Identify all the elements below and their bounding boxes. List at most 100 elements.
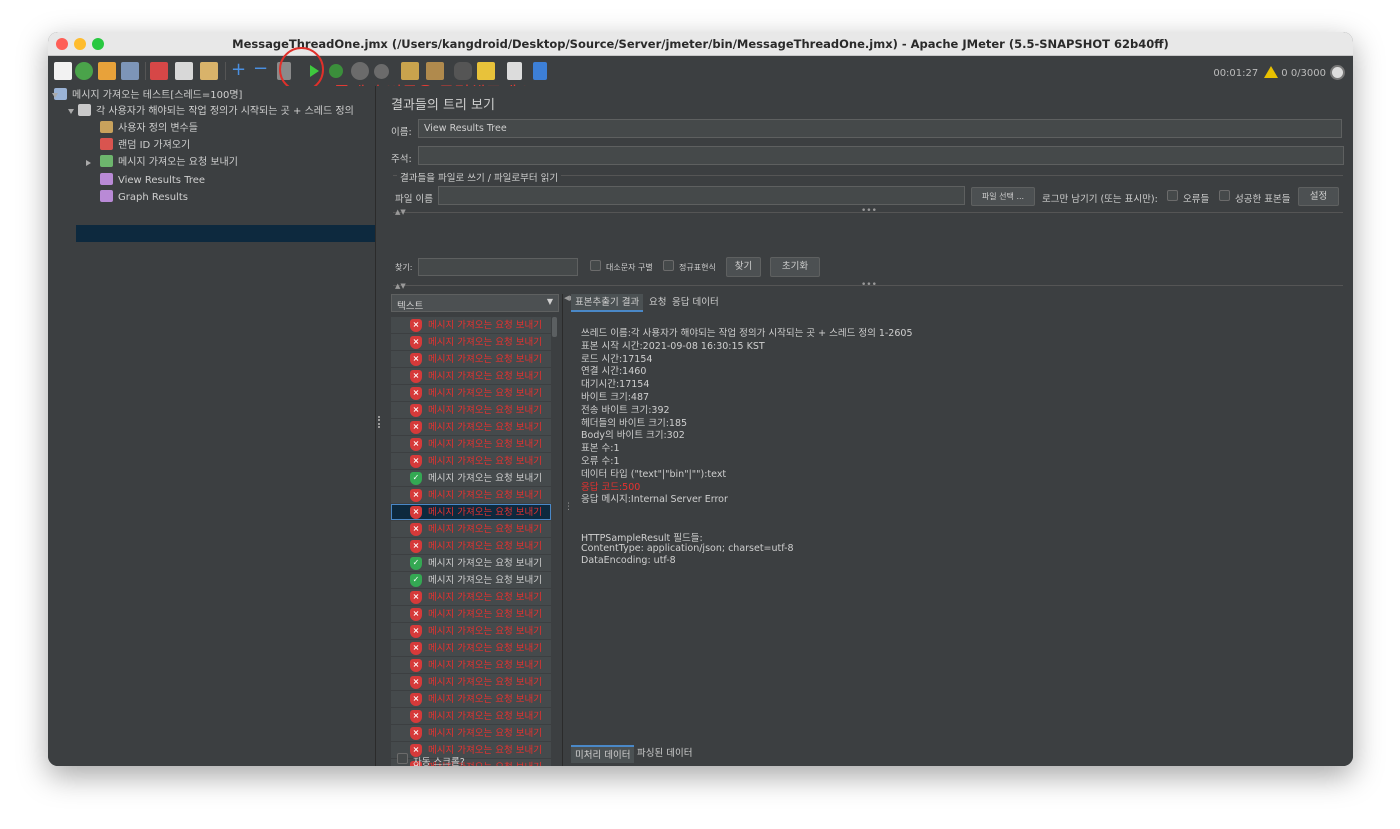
templates-icon[interactable] xyxy=(75,62,93,80)
paste-icon[interactable] xyxy=(200,62,218,80)
success-checkbox[interactable] xyxy=(1219,190,1230,201)
function-helper-icon[interactable] xyxy=(507,62,522,80)
result-item[interactable]: × 메시지 가져오는 요청 보내기 xyxy=(391,691,551,708)
result-item[interactable]: × 메시지 가져오는 요청 보내기 xyxy=(391,351,551,368)
results-list: × 메시지 가져오는 요청 보내기 × 메시지 가져오는 요청 보내기 × 메시지 가져오… xyxy=(391,317,557,766)
result-detail-line: DataEncoding: utf-8 xyxy=(581,555,676,567)
result-item[interactable]: × 메시지 가져오는 요청 보내기 xyxy=(391,487,551,504)
name-field[interactable]: View Results Tree xyxy=(418,119,1342,138)
result-item[interactable]: × 메시지 가져오는 요청 보내기 xyxy=(391,436,551,453)
regex-checkbox[interactable] xyxy=(663,260,674,271)
autoscroll-checkbox[interactable] xyxy=(397,753,408,764)
tab-raw-data[interactable]: 미처리 데이터 xyxy=(571,745,635,763)
regex-label: 정규표현식 xyxy=(679,263,716,272)
tree-item[interactable]: 각 사용자가 해야되는 작업 정의가 시작되는 곳 + 스레드 정의 xyxy=(68,104,354,120)
tab-sampler-result[interactable]: 표본추출기 결과 xyxy=(571,294,644,312)
tab-request[interactable]: 요청 xyxy=(649,294,666,312)
result-item[interactable]: × 메시지 가져오는 요청 보내기 xyxy=(391,419,551,436)
elapsed-timer: 00:01:27 xyxy=(1213,68,1259,79)
result-item[interactable]: × 메시지 가져오는 요청 보내기 xyxy=(391,334,551,351)
expand-icon[interactable]: + xyxy=(231,59,246,80)
window-title: MessageThreadOne.jmx (/Users/kangdroid/D… xyxy=(232,37,1169,51)
clear-all-icon[interactable] xyxy=(426,62,444,80)
shutdown-icon[interactable] xyxy=(374,64,389,79)
chevron-down-icon[interactable] xyxy=(68,109,74,114)
drag-handle-icon[interactable]: ••• xyxy=(861,206,877,216)
collapse-arrows-icon[interactable]: ▲▼ xyxy=(395,208,406,216)
splitter-grip xyxy=(378,416,380,428)
error-shield-icon: × xyxy=(410,455,422,468)
result-item[interactable]: × 메시지 가져오는 요청 보내기 xyxy=(391,538,551,555)
vertical-splitter[interactable] xyxy=(562,294,563,766)
result-item[interactable]: × 메시지 가져오는 요청 보내기 xyxy=(391,589,551,606)
tree-item[interactable]: 랜덤 ID 가져오기 xyxy=(100,138,190,154)
save-icon[interactable] xyxy=(121,62,139,80)
result-label: 메시지 가져오는 요청 보내기 xyxy=(428,422,542,433)
new-icon[interactable] xyxy=(54,62,72,80)
tree-item[interactable]: 메시지 가져오는 요청 보내기 xyxy=(86,155,238,171)
chevron-down-icon[interactable] xyxy=(52,93,58,98)
result-item[interactable]: × 메시지 가져오는 요청 보내기 xyxy=(391,453,551,470)
result-item[interactable]: × 메시지 가져오는 요청 보내기 xyxy=(391,623,551,640)
success-label: 성공한 표본들 xyxy=(1235,194,1291,205)
collapse-arrows-icon[interactable]: ▲▼ xyxy=(395,282,406,290)
search-icon[interactable] xyxy=(454,62,472,80)
result-label: 메시지 가져오는 요청 보내기 xyxy=(428,507,542,518)
cut-icon[interactable] xyxy=(150,62,168,80)
tab-parsed-data[interactable]: 파싱된 데이터 xyxy=(637,745,692,763)
warning-icon[interactable] xyxy=(1264,66,1279,78)
browse-button[interactable]: 파일 선택 ... xyxy=(971,187,1035,206)
title-bar: MessageThreadOne.jmx (/Users/kangdroid/D… xyxy=(48,32,1353,56)
status-area: 00:01:27 0 0/3000 xyxy=(1213,65,1345,80)
result-label: 메시지 가져오는 요청 보내기 xyxy=(428,439,542,450)
config-button[interactable]: 설정 xyxy=(1298,187,1339,206)
result-item[interactable]: × 메시지 가져오는 요청 보내기 xyxy=(391,402,551,419)
result-item[interactable]: × 메시지 가져오는 요청 보내기 xyxy=(391,674,551,691)
result-item[interactable]: × 메시지 가져오는 요청 보내기 xyxy=(391,521,551,538)
start-no-pause-icon[interactable] xyxy=(329,64,343,78)
result-item[interactable]: ✓ 메시지 가져오는 요청 보내기 xyxy=(391,572,551,589)
remote-engine-icon[interactable] xyxy=(1330,65,1345,80)
error-shield-icon: × xyxy=(410,727,422,740)
result-item[interactable]: × 메시지 가져오는 요청 보내기 xyxy=(391,725,551,742)
result-label: 메시지 가져오는 요청 보내기 xyxy=(428,575,542,586)
result-item[interactable]: × 메시지 가져오는 요청 보내기 xyxy=(391,504,551,521)
help-icon[interactable] xyxy=(533,62,547,80)
case-sensitive-checkbox[interactable] xyxy=(590,260,601,271)
file-name-field[interactable] xyxy=(438,186,965,205)
error-shield-icon: × xyxy=(410,676,422,689)
tree-item[interactable]: Graph Results xyxy=(100,190,188,206)
chevron-right-icon[interactable] xyxy=(86,160,91,166)
collapse-icon[interactable]: − xyxy=(253,58,268,79)
tree-item[interactable]: 사용자 정의 변수들 xyxy=(100,121,198,137)
tree-item[interactable]: 메시지 가져오는 테스트[스레드=100명] xyxy=(52,88,242,104)
renderer-select[interactable]: 텍스트 ▼ xyxy=(391,294,559,312)
open-icon[interactable] xyxy=(98,62,116,80)
tab-response-data[interactable]: 응답 데이터 xyxy=(672,294,719,312)
result-item[interactable]: ✓ 메시지 가져오는 요청 보내기 xyxy=(391,555,551,572)
search-field[interactable] xyxy=(418,258,578,276)
reset-search-icon[interactable] xyxy=(477,62,495,80)
result-label: 메시지 가져오는 요청 보내기 xyxy=(428,490,542,501)
result-item[interactable]: × 메시지 가져오는 요청 보내기 xyxy=(391,640,551,657)
drag-handle-icon[interactable]: ••• xyxy=(861,280,877,290)
result-item[interactable]: × 메시지 가져오는 요청 보내기 xyxy=(391,708,551,725)
result-item[interactable]: × 메시지 가져오는 요청 보내기 xyxy=(391,657,551,674)
start-button[interactable] xyxy=(306,62,322,80)
errors-checkbox[interactable] xyxy=(1167,190,1178,201)
result-item[interactable]: × 메시지 가져오는 요청 보내기 xyxy=(391,606,551,623)
results-scrollbar[interactable] xyxy=(552,317,557,337)
copy-icon[interactable] xyxy=(175,62,193,80)
find-button[interactable]: 찾기 xyxy=(726,257,761,277)
success-shield-icon: ✓ xyxy=(410,557,422,570)
tree-item[interactable]: View Results Tree xyxy=(100,173,205,189)
clear-icon[interactable] xyxy=(401,62,419,80)
result-item[interactable]: × 메시지 가져오는 요청 보내기 xyxy=(391,385,551,402)
reset-button[interactable]: 초기화 xyxy=(770,257,820,277)
result-item[interactable]: ✓ 메시지 가져오는 요청 보내기 xyxy=(391,470,551,487)
comment-field[interactable] xyxy=(418,146,1344,165)
result-item[interactable]: × 메시지 가져오는 요청 보내기 xyxy=(391,317,551,334)
jmeter-window: MessageThreadOne.jmx (/Users/kangdroid/D… xyxy=(48,32,1353,766)
stop-icon[interactable] xyxy=(351,62,369,80)
result-item[interactable]: × 메시지 가져오는 요청 보내기 xyxy=(391,368,551,385)
